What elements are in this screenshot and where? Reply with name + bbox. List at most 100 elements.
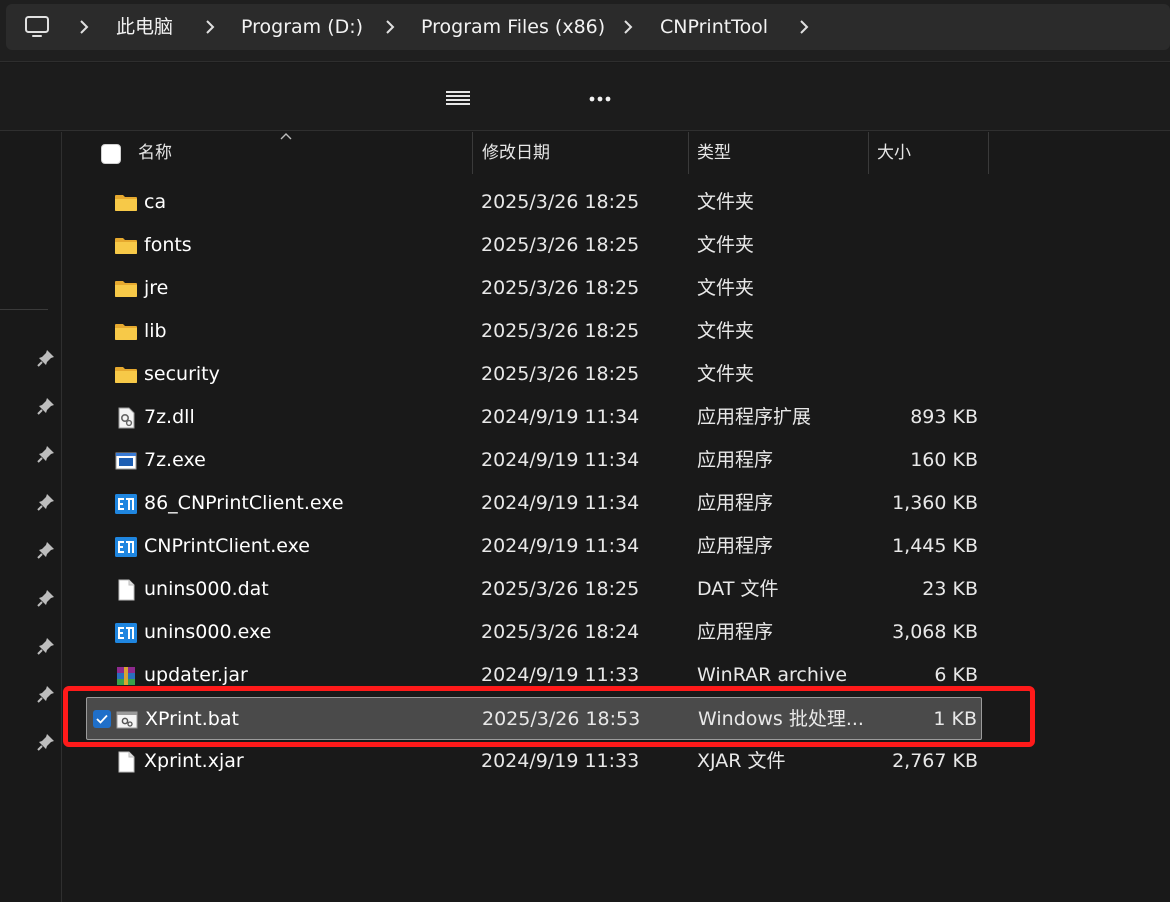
sort-ascending-icon — [280, 133, 292, 140]
file-row[interactable]: 86_CNPrintClient.exe 2024/9/19 11:34 应用程序 1… — [86, 482, 982, 525]
file-name: fonts — [144, 234, 192, 256]
folder-icon — [114, 363, 138, 387]
hamburger-menu-icon[interactable] — [440, 85, 476, 111]
file-modified-date: 2024/9/19 11:33 — [481, 750, 640, 772]
column-divider[interactable] — [472, 132, 473, 174]
file-size: 3,068 KB — [892, 621, 978, 643]
file-size: 1,445 KB — [892, 535, 978, 557]
select-all-checkbox[interactable] — [101, 144, 121, 164]
blank-file-icon — [114, 750, 138, 774]
cnprint-app-icon — [114, 621, 138, 645]
column-header-date[interactable]: 修改日期 — [482, 142, 550, 164]
file-modified-date: 2024/9/19 11:34 — [481, 535, 640, 557]
file-type: 文件夹 — [697, 234, 755, 256]
file-size: 160 KB — [910, 449, 978, 471]
file-row[interactable]: ca 2025/3/26 18:25 文件夹 — [86, 181, 982, 224]
file-name: ca — [144, 191, 167, 213]
column-header-size[interactable]: 大小 — [877, 142, 911, 164]
folder-icon — [114, 234, 138, 258]
navigation-pane[interactable] — [0, 132, 62, 902]
breadcrumb-cnprinttool[interactable]: CNPrintTool — [660, 16, 768, 38]
folder-icon — [114, 191, 138, 215]
file-name: updater.jar — [144, 664, 248, 686]
pin-icon[interactable] — [36, 444, 56, 464]
pin-icon[interactable] — [36, 540, 56, 560]
address-bar[interactable]: 此电脑 Program (D:) Program Files (x86) CNP… — [6, 4, 1170, 50]
file-type: 应用程序扩展 — [697, 406, 812, 428]
pin-icon[interactable] — [36, 588, 56, 608]
file-type: DAT 文件 — [697, 578, 779, 600]
cnprint-app-icon — [114, 492, 138, 516]
column-divider[interactable] — [988, 132, 989, 174]
file-row[interactable]: updater.jar 2024/9/19 11:33 WinRAR archive… — [86, 654, 982, 697]
file-row[interactable]: security 2025/3/26 18:25 文件夹 — [86, 353, 982, 396]
file-row[interactable]: fonts 2025/3/26 18:25 文件夹 — [86, 224, 982, 267]
chevron-right-icon[interactable] — [622, 19, 634, 35]
chevron-right-icon[interactable] — [384, 19, 396, 35]
file-modified-date: 2025/3/26 18:25 — [481, 191, 640, 213]
file-name: jre — [144, 277, 169, 299]
command-bar — [0, 63, 1170, 131]
file-type: 应用程序 — [697, 621, 774, 643]
file-row[interactable]: Xprint.xjar 2024/9/19 11:33 XJAR 文件 2,767 K… — [86, 740, 982, 783]
column-header-type[interactable]: 类型 — [697, 142, 731, 164]
chevron-right-icon[interactable] — [78, 19, 90, 35]
file-row[interactable]: 7z.dll 2024/9/19 11:34 应用程序扩展 893 KB — [86, 396, 982, 439]
pin-icon[interactable] — [36, 684, 56, 704]
computer-icon[interactable] — [24, 15, 50, 39]
breadcrumb-this-pc[interactable]: 此电脑 — [116, 16, 173, 38]
file-size: 893 KB — [910, 406, 978, 428]
file-row-selected[interactable]: XPrint.bat 2025/3/26 18:53 Windows 批处理... 1… — [86, 697, 982, 740]
file-row[interactable]: unins000.dat 2025/3/26 18:25 DAT 文件 23 KB — [86, 568, 982, 611]
file-modified-date: 2024/9/19 11:34 — [481, 492, 640, 514]
pin-icon[interactable] — [36, 636, 56, 656]
file-type: 应用程序 — [697, 449, 774, 471]
file-row[interactable]: lib 2025/3/26 18:25 文件夹 — [86, 310, 982, 353]
row-checkbox-checked[interactable] — [93, 710, 111, 728]
pin-icon[interactable] — [36, 492, 56, 512]
column-divider[interactable] — [868, 132, 869, 174]
file-list-view[interactable]: 名称 修改日期 类型 大小 ca 2025/3/26 18:25 文件夹 fonts 2… — [63, 132, 1170, 902]
file-size: 2,767 KB — [892, 750, 978, 772]
pin-icon[interactable] — [36, 396, 56, 416]
chevron-right-icon[interactable] — [204, 19, 216, 35]
batch-file-icon — [115, 708, 139, 732]
cnprint-app-icon — [114, 535, 138, 559]
file-name: Xprint.xjar — [144, 750, 244, 772]
file-name: XPrint.bat — [145, 708, 239, 730]
folder-icon — [114, 320, 138, 344]
file-size: 1 KB — [933, 708, 977, 730]
exe-file-icon — [114, 449, 138, 473]
file-modified-date: 2025/3/26 18:25 — [481, 578, 640, 600]
file-row[interactable]: unins000.exe 2025/3/26 18:24 应用程序 3,068 KB — [86, 611, 982, 654]
address-bar-region: 此电脑 Program (D:) Program Files (x86) CNP… — [0, 0, 1170, 62]
file-row[interactable]: CNPrintClient.exe 2024/9/19 11:34 应用程序 1,44… — [86, 525, 982, 568]
file-name: unins000.exe — [144, 621, 272, 643]
breadcrumb-drive-d[interactable]: Program (D:) — [241, 16, 363, 38]
file-name: 7z.exe — [144, 449, 206, 471]
pin-icon[interactable] — [36, 732, 56, 752]
file-size: 6 KB — [934, 664, 978, 686]
more-dots-icon[interactable] — [580, 85, 620, 111]
column-divider[interactable] — [688, 132, 689, 174]
file-type: 文件夹 — [697, 277, 755, 299]
dll-file-icon — [114, 406, 138, 430]
file-name: CNPrintClient.exe — [144, 535, 310, 557]
file-modified-date: 2025/3/26 18:24 — [481, 621, 640, 643]
file-name: unins000.dat — [144, 578, 269, 600]
file-modified-date: 2025/3/26 18:25 — [481, 320, 640, 342]
file-name: security — [144, 363, 220, 385]
file-type: 应用程序 — [697, 535, 774, 557]
file-type: Windows 批处理... — [698, 708, 864, 730]
file-modified-date: 2025/3/26 18:53 — [482, 708, 641, 730]
pin-icon[interactable] — [36, 348, 56, 368]
breadcrumb-program-files-x86[interactable]: Program Files (x86) — [421, 16, 605, 38]
column-header-name[interactable]: 名称 — [138, 142, 172, 164]
chevron-right-icon[interactable] — [798, 19, 810, 35]
file-row[interactable]: jre 2025/3/26 18:25 文件夹 — [86, 267, 982, 310]
nav-divider — [0, 309, 48, 310]
file-row[interactable]: 7z.exe 2024/9/19 11:34 应用程序 160 KB — [86, 439, 982, 482]
file-size: 23 KB — [922, 578, 978, 600]
file-type: XJAR 文件 — [697, 750, 786, 772]
checkmark-icon — [96, 714, 108, 724]
